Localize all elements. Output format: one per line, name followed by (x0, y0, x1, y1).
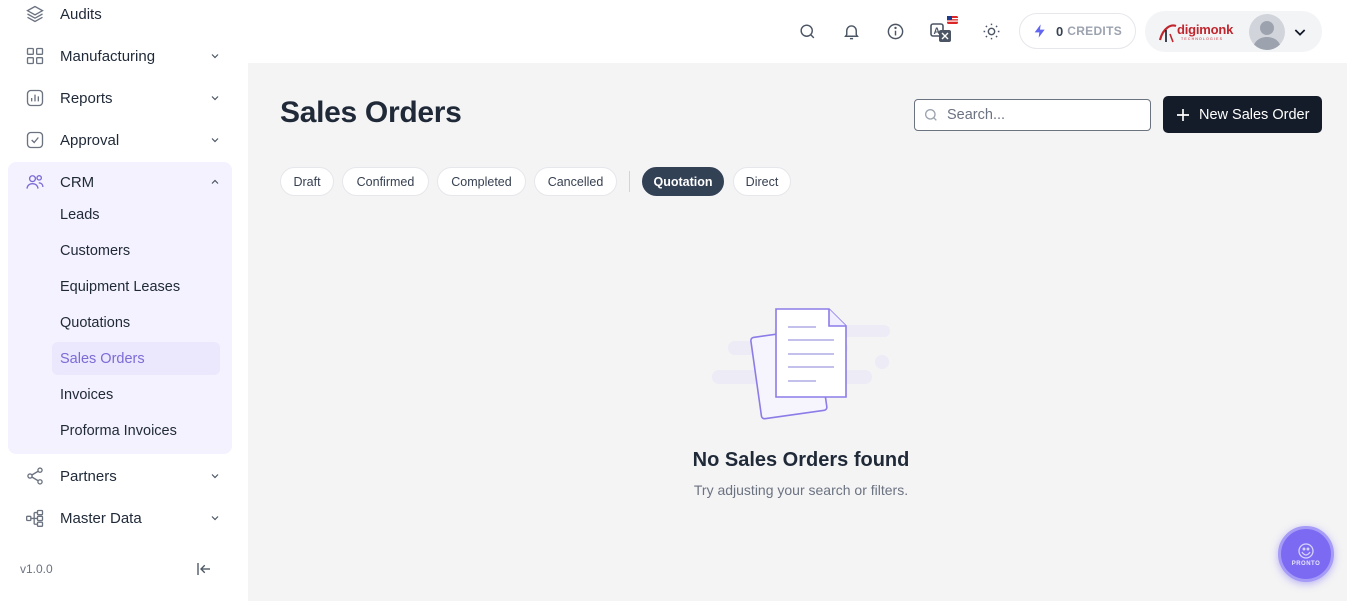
page-title: Sales Orders (280, 96, 462, 129)
sidebar-sub-equipment-leases[interactable]: Equipment Leases (52, 271, 220, 303)
sun-icon[interactable] (980, 20, 1002, 42)
users-icon (24, 171, 46, 193)
filter-direct[interactable]: Direct (733, 167, 791, 196)
pronto-assistant-button[interactable]: PRONTO (1278, 526, 1334, 582)
assistant-label: PRONTO (1291, 560, 1321, 567)
sidebar-item-label: Partners (60, 467, 117, 485)
app-version: v1.0.0 (20, 562, 53, 576)
check-square-icon (24, 129, 46, 151)
sidebar-item-audits[interactable]: Audits (16, 0, 232, 32)
grid-icon (24, 45, 46, 67)
layers-icon (24, 3, 46, 25)
sidebar-item-label: Master Data (60, 509, 142, 527)
sidebar-item-master-data[interactable]: Master Data (16, 500, 232, 536)
search-icon[interactable] (796, 20, 818, 42)
sidebar-item-approval[interactable]: Approval (16, 122, 232, 158)
translate-icon[interactable]: A (928, 16, 958, 44)
chevron-up-icon (208, 175, 222, 189)
filter-draft[interactable]: Draft (280, 167, 334, 196)
logo-tagline: TECHNOLOGIES (1181, 36, 1224, 41)
sidebar-item-label: Manufacturing (60, 47, 156, 65)
credits-label: CREDITS (1067, 24, 1123, 38)
assistant-icon (1296, 542, 1316, 560)
collapse-sidebar-icon[interactable] (193, 558, 215, 580)
new-sales-order-button[interactable]: New Sales Order (1163, 96, 1322, 133)
profile-menu[interactable]: digimonk TECHNOLOGIES (1145, 11, 1322, 52)
avatar (1249, 14, 1285, 50)
sidebar-sub-invoices[interactable]: Invoices (52, 379, 220, 411)
bolt-icon (1032, 23, 1048, 39)
sidebar-sub-customers[interactable]: Customers (52, 235, 220, 267)
sidebar-sub-sales-orders[interactable]: Sales Orders (52, 342, 220, 375)
plus-icon (1174, 106, 1192, 124)
empty-state-title: No Sales Orders found (692, 449, 910, 471)
chart-icon (24, 87, 46, 109)
sidebar-item-manufacturing[interactable]: Manufacturing (16, 38, 232, 74)
company-logo: digimonk TECHNOLOGIES (1157, 20, 1239, 44)
filter-confirmed[interactable]: Confirmed (342, 167, 429, 196)
empty-state-subtitle: Try adjusting your search or filters. (693, 482, 909, 498)
chevron-down-icon (1292, 24, 1308, 40)
sidebar: Audits Manufacturing Reports Approval CR… (0, 0, 248, 601)
info-icon[interactable] (884, 20, 906, 42)
empty-state-illustration (708, 305, 894, 423)
credits-button[interactable]: 0 CREDITS (1019, 13, 1136, 49)
sidebar-item-reports[interactable]: Reports (16, 80, 232, 116)
sidebar-item-label: Reports (60, 89, 113, 107)
filter-cancelled[interactable]: Cancelled (534, 167, 617, 196)
bell-icon[interactable] (840, 20, 862, 42)
sidebar-sub-quotations[interactable]: Quotations (52, 307, 220, 339)
sidebar-item-label: Approval (60, 131, 120, 149)
filter-completed[interactable]: Completed (437, 167, 526, 196)
hierarchy-icon (24, 507, 46, 529)
share-icon (24, 465, 46, 487)
chevron-down-icon (208, 511, 222, 525)
chevron-down-icon (208, 91, 222, 105)
logo-text: digimonk (1177, 21, 1234, 37)
chevron-down-icon (208, 49, 222, 63)
sidebar-item-crm[interactable]: CRM (16, 164, 232, 200)
chevron-down-icon (208, 133, 222, 147)
us-flag-icon (947, 16, 958, 24)
sidebar-sub-proforma-invoices[interactable]: Proforma Invoices (52, 415, 220, 447)
chevron-down-icon (208, 469, 222, 483)
sidebar-sub-leads[interactable]: Leads (52, 199, 220, 231)
search-input[interactable] (947, 107, 1137, 123)
search-box[interactable] (914, 99, 1151, 131)
topbar: A 0 CREDITS digimonk TECHNOLOGIES (248, 0, 1347, 63)
sidebar-item-label: CRM (60, 173, 95, 191)
sidebar-item-partners[interactable]: Partners (16, 458, 232, 494)
filter-divider (629, 171, 630, 192)
sidebar-item-label: Audits (60, 5, 102, 23)
search-icon (923, 107, 939, 123)
filter-quotation[interactable]: Quotation (642, 167, 724, 196)
new-sales-order-label: New Sales Order (1199, 106, 1310, 123)
credits-count: 0 (1056, 23, 1064, 39)
